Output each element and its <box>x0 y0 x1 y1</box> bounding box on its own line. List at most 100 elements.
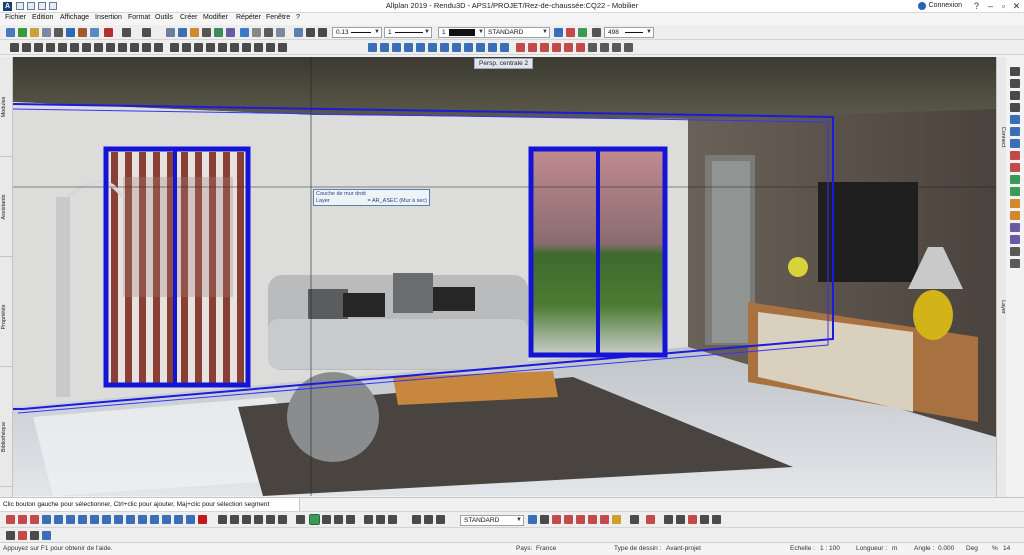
snap-line-icon[interactable] <box>78 515 87 524</box>
print-icon[interactable] <box>54 28 63 37</box>
new-document-icon[interactable] <box>6 28 15 37</box>
copy-move-icon[interactable] <box>46 43 55 52</box>
snap-mid-icon[interactable] <box>90 515 99 524</box>
tab-proprietes[interactable]: Propriétés <box>0 267 12 367</box>
layout-icon[interactable] <box>90 28 99 37</box>
draw-polyline-icon[interactable] <box>1010 79 1020 88</box>
pattern-icon[interactable] <box>592 28 601 37</box>
rotate-icon[interactable] <box>22 43 31 52</box>
menu-repeter[interactable]: Répéter <box>236 14 261 21</box>
pattern-style-icon[interactable] <box>552 515 561 524</box>
properties-icon[interactable] <box>252 28 261 37</box>
tab-modules[interactable]: Modules <box>0 57 12 157</box>
menu-modifier[interactable]: Modifier <box>203 14 228 21</box>
snap-center-icon[interactable] <box>102 515 111 524</box>
fullscreen-icon[interactable] <box>624 43 633 52</box>
grid-icon[interactable] <box>424 515 433 524</box>
snap-icon[interactable] <box>42 515 51 524</box>
layer-icon[interactable] <box>190 28 199 37</box>
text-icon[interactable] <box>182 43 191 52</box>
redo-toolbar-icon[interactable] <box>142 28 151 37</box>
filter-selection-icon[interactable] <box>346 515 355 524</box>
view-top-icon[interactable] <box>416 43 425 52</box>
menu-help[interactable]: ? <box>296 14 300 21</box>
pen-red-icon[interactable] <box>6 515 15 524</box>
snap-int-icon[interactable] <box>162 515 171 524</box>
group-icon[interactable] <box>266 43 275 52</box>
light-icon[interactable] <box>564 43 573 52</box>
shading-icon[interactable] <box>528 43 537 52</box>
menu-outils[interactable]: Outils <box>155 14 173 21</box>
pen-tool-icon[interactable] <box>294 28 303 37</box>
zoom-icon[interactable] <box>178 28 187 37</box>
view-left-icon[interactable] <box>392 43 401 52</box>
delta-icon[interactable] <box>334 515 343 524</box>
display-2-icon[interactable] <box>676 515 685 524</box>
connexion-link[interactable]: Connexion <box>929 2 962 9</box>
hatch-style-icon[interactable] <box>540 515 549 524</box>
dimension-icon[interactable] <box>170 43 179 52</box>
plane-icon[interactable] <box>6 531 15 540</box>
move-icon[interactable] <box>10 43 19 52</box>
bottom-format-select[interactable]: STANDARD ▼ <box>460 515 524 526</box>
input-arc-icon[interactable] <box>254 515 263 524</box>
view-front-icon[interactable] <box>368 43 377 52</box>
snap-par-icon[interactable] <box>174 515 183 524</box>
plane-red-icon[interactable] <box>18 531 27 540</box>
clip-icon[interactable] <box>600 43 609 52</box>
window-tool-icon[interactable] <box>1010 139 1020 148</box>
bitmap-style-icon[interactable] <box>588 515 597 524</box>
stair-tool-icon[interactable] <box>1010 175 1020 184</box>
macro-icon[interactable] <box>254 43 263 52</box>
style-manager-icon[interactable] <box>554 28 563 37</box>
input-polar-icon[interactable] <box>230 515 239 524</box>
draw-arc-icon[interactable] <box>1010 91 1020 100</box>
view-se-icon[interactable] <box>440 43 449 52</box>
wall-tool-icon[interactable] <box>1010 115 1020 124</box>
selection-lasso-icon[interactable] <box>388 515 397 524</box>
line-type-select[interactable]: 1 ▼ <box>384 27 432 38</box>
ortho-icon[interactable] <box>296 515 305 524</box>
arc-red-icon[interactable] <box>30 515 39 524</box>
menu-fenetre[interactable]: Fenêtre <box>266 14 290 21</box>
sum-icon[interactable] <box>322 515 331 524</box>
beam-tool-icon[interactable] <box>1010 211 1020 220</box>
view-sw-icon[interactable] <box>452 43 461 52</box>
opening-tool-icon[interactable] <box>1010 223 1020 232</box>
plane-blue-icon[interactable] <box>42 531 51 540</box>
menu-format[interactable]: Format <box>128 14 150 21</box>
symbol-icon[interactable] <box>242 43 251 52</box>
snap-near-icon[interactable] <box>150 515 159 524</box>
view-right-icon[interactable] <box>404 43 413 52</box>
draw-rect-icon[interactable] <box>1010 103 1020 112</box>
format-style-select[interactable]: STANDARD ▼ <box>484 27 550 38</box>
help-icon[interactable]: ? <box>969 0 984 12</box>
settings-icon[interactable] <box>264 28 273 37</box>
display-5-icon[interactable] <box>712 515 721 524</box>
join-icon[interactable] <box>130 43 139 52</box>
mirror-icon[interactable] <box>34 43 43 52</box>
folder-icon[interactable] <box>30 28 39 37</box>
navigation-icon[interactable] <box>612 43 621 52</box>
section-icon[interactable] <box>588 43 597 52</box>
display-3-icon[interactable] <box>688 515 697 524</box>
delete-icon[interactable] <box>202 28 211 37</box>
pattern-fill-icon[interactable] <box>218 43 227 52</box>
color-tool-icon[interactable] <box>318 28 327 37</box>
snap-end-icon[interactable] <box>114 515 123 524</box>
niche-tool-icon[interactable] <box>1010 235 1020 244</box>
menu-insertion[interactable]: Insertion <box>95 14 122 21</box>
input-spline-icon[interactable] <box>278 515 287 524</box>
paste-icon[interactable] <box>226 28 235 37</box>
door-tool-icon[interactable] <box>1010 127 1020 136</box>
menu-creer[interactable]: Créer <box>180 14 198 21</box>
furniture-tool-icon[interactable] <box>1010 247 1020 256</box>
cut-icon[interactable] <box>104 28 113 37</box>
plane-copy-icon[interactable] <box>30 531 39 540</box>
bracket-icon[interactable] <box>364 515 373 524</box>
tab-bibliotheque[interactable]: Bibliothèque <box>0 387 12 487</box>
column-tool-icon[interactable] <box>1010 199 1020 208</box>
format-transfer-icon[interactable] <box>578 28 587 37</box>
draw-line-icon[interactable] <box>1010 67 1020 76</box>
animation-icon[interactable] <box>540 43 549 52</box>
